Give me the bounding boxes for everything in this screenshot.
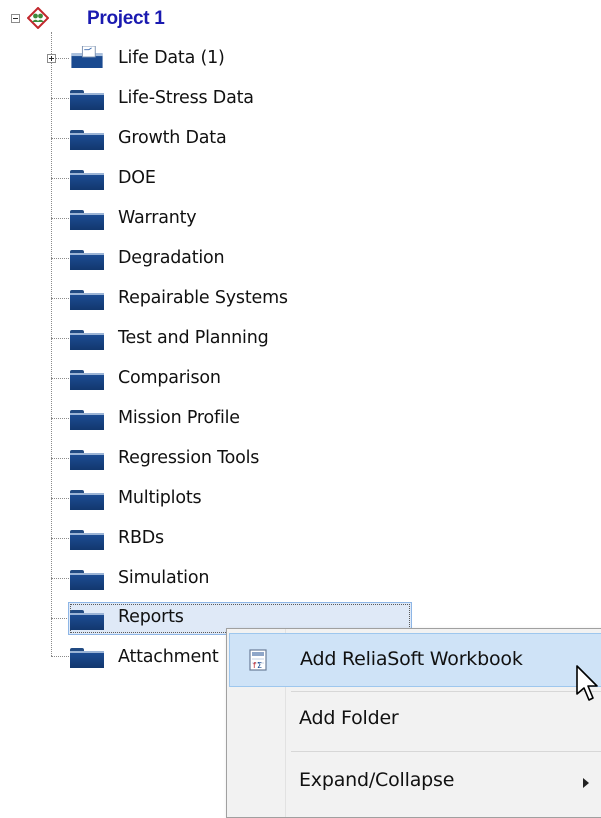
tree-branch-line [51, 656, 69, 657]
menu-separator [291, 751, 601, 752]
context-menu: f Σ Add ReliaSoft Workbook Add Folder Ex… [226, 628, 601, 818]
tree-branch-line [51, 538, 69, 539]
tree-item-comparison[interactable]: Comparison [118, 368, 221, 388]
menu-label: Expand/Collapse [299, 769, 455, 791]
tree-item-life-data[interactable]: Life Data (1) [118, 48, 225, 68]
tree-branch-line [51, 178, 69, 179]
folder-icon [70, 168, 104, 190]
tree-item-repairable-systems[interactable]: Repairable Systems [118, 288, 288, 308]
folder-icon [70, 128, 104, 150]
menu-label: Add Folder [299, 707, 399, 729]
tree-branch-line [51, 498, 69, 499]
menu-item-add-workbook[interactable]: f Σ Add ReliaSoft Workbook [229, 633, 601, 687]
folder-icon [70, 368, 104, 390]
tree-branch-line [51, 258, 69, 259]
tree-item-multiplots[interactable]: Multiplots [118, 488, 202, 508]
folder-icon [70, 208, 104, 230]
expand-toggle[interactable] [47, 54, 56, 63]
tree-item-growth-data[interactable]: Growth Data [118, 128, 227, 148]
tree-branch-line [51, 218, 69, 219]
data-folder-icon [71, 46, 103, 68]
tree-item-attachment[interactable]: Attachment [118, 647, 219, 667]
tree-branch-line [51, 458, 69, 459]
project-title[interactable]: Project 1 [87, 8, 165, 30]
tree-branch-line [51, 378, 69, 379]
folder-icon [70, 608, 104, 630]
tree-branch-line [51, 98, 69, 99]
tree-item-warranty[interactable]: Warranty [118, 208, 197, 228]
folder-icon [70, 568, 104, 590]
folder-icon [70, 646, 104, 668]
collapse-toggle[interactable] [11, 14, 20, 23]
folder-icon [70, 448, 104, 470]
tree-trunk-line [51, 32, 52, 656]
folder-icon [70, 248, 104, 270]
menu-label: Add ReliaSoft Workbook [300, 648, 523, 670]
menu-item-add-folder[interactable]: Add Folder [229, 695, 601, 749]
workbook-icon: f Σ [249, 649, 267, 671]
tree-branch-line [51, 298, 69, 299]
tree-item-rbds[interactable]: RBDs [118, 528, 164, 548]
project-icon [27, 7, 49, 29]
folder-icon [70, 88, 104, 110]
tree-item-life-stress-data[interactable]: Life-Stress Data [118, 88, 254, 108]
tree-branch-line [51, 138, 69, 139]
folder-icon [70, 488, 104, 510]
folder-icon [70, 328, 104, 350]
tree-branch-line [51, 418, 69, 419]
menu-item-expand-collapse[interactable]: Expand/Collapse [229, 757, 601, 811]
tree-branch-line [51, 338, 69, 339]
folder-icon [70, 408, 104, 430]
svg-text:f: f [253, 661, 256, 670]
tree-branch-line [51, 618, 69, 619]
tree-item-mission-profile[interactable]: Mission Profile [118, 408, 240, 428]
folder-icon [70, 288, 104, 310]
tree-item-reports[interactable]: Reports [118, 607, 184, 627]
svg-text:Σ: Σ [257, 661, 262, 670]
project-tree: Project 1 Life Data (1) Life-Stress Data… [0, 0, 601, 818]
tree-item-doe[interactable]: DOE [118, 168, 156, 188]
submenu-arrow-icon [583, 778, 589, 788]
tree-item-degradation[interactable]: Degradation [118, 248, 225, 268]
menu-separator [291, 691, 601, 692]
tree-branch-line [51, 578, 69, 579]
tree-item-regression-tools[interactable]: Regression Tools [118, 448, 259, 468]
tree-item-test-and-planning[interactable]: Test and Planning [118, 328, 269, 348]
mouse-cursor-icon [576, 665, 598, 701]
folder-icon [70, 528, 104, 550]
tree-item-simulation[interactable]: Simulation [118, 568, 209, 588]
